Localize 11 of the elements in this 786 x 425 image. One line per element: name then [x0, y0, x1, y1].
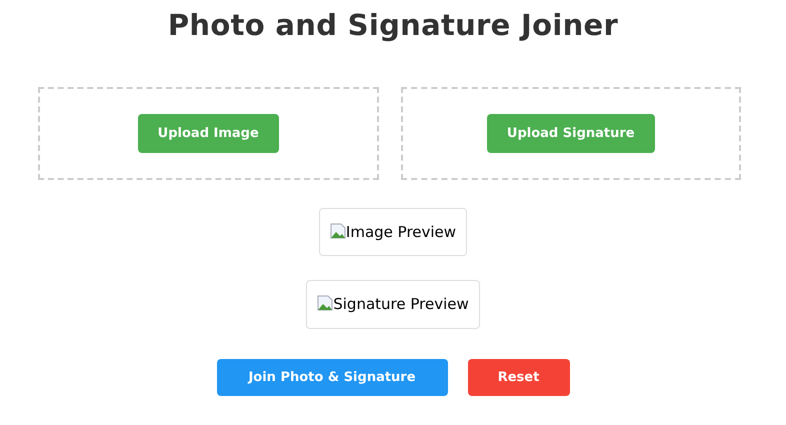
- image-alt-text: Image Preview: [346, 222, 456, 243]
- broken-image-icon: [330, 222, 346, 239]
- image-alt-text: Signature Preview: [333, 294, 469, 316]
- upload-button[interactable]: Upload Signature: [486, 114, 655, 154]
- broken-image-icon: [317, 295, 334, 312]
- reset-button[interactable]: Reset: [468, 358, 570, 396]
- upload-area[interactable]: Upload Image: [38, 86, 378, 180]
- upload-button[interactable]: Upload Image: [138, 114, 279, 154]
- upload-area[interactable]: Upload Signature: [400, 86, 741, 180]
- page-title: Photo and Signature Joiner: [166, 8, 620, 43]
- join-button[interactable]: Join Photo & Signature: [216, 358, 448, 396]
